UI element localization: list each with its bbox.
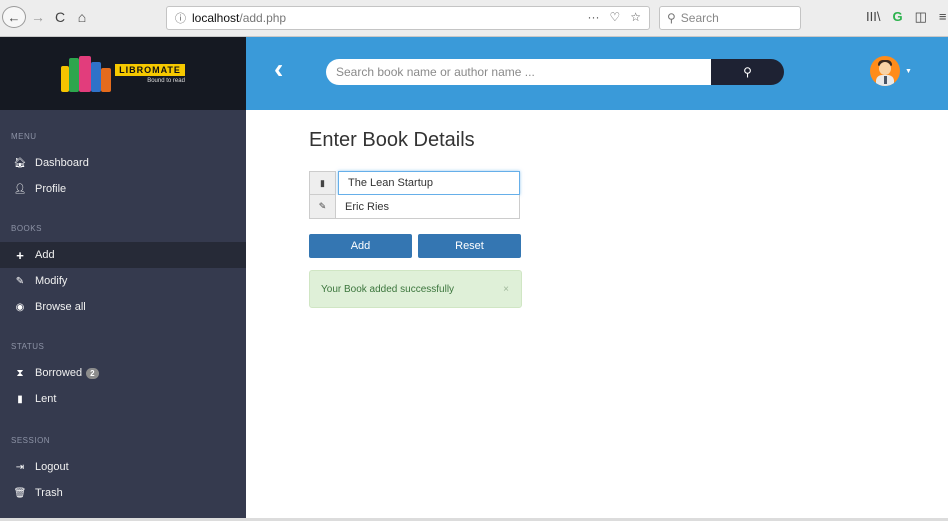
reload-icon: C (54, 9, 66, 25)
browser-forward-button[interactable]: → (28, 6, 48, 28)
sidebar-item-modify[interactable]: ✎ Modify (0, 268, 246, 294)
address-bar[interactable]: ⓘ localhost/add.php ··· ♡ ☆ (166, 6, 650, 30)
avatar[interactable] (870, 56, 900, 86)
sidebar-item-label: Profile (35, 183, 67, 195)
sidebar-item-label: Borrowed (35, 367, 83, 379)
sidebar-item-label: Browse all (35, 301, 86, 313)
section-books: BOOKS (11, 224, 42, 233)
alert-message: Your Book added successfully (321, 283, 455, 295)
library-icon[interactable]: III\ (866, 9, 880, 25)
page-actions-icon[interactable]: ··· (587, 10, 599, 24)
sidebar-item-browse-all[interactable]: ◉ Browse all (0, 294, 246, 320)
logo-tagline: Bound to read (147, 77, 185, 84)
section-session: SESSION (11, 436, 51, 445)
url-actions: ··· ♡ ☆ (587, 10, 641, 24)
search-icon: ⚲ (667, 11, 676, 25)
sidebar-collapse-chevron-icon[interactable]: ‹ (274, 55, 283, 83)
sidebar-item-logout[interactable]: ⇥ Logout (0, 454, 246, 480)
browser-home-button[interactable]: ⌂ (72, 6, 92, 28)
close-icon[interactable]: × (503, 284, 509, 295)
menu-icon[interactable]: ≡ (939, 9, 947, 25)
books-logo-icon (61, 55, 113, 92)
browser-search-box[interactable]: ⚲ Search (659, 6, 801, 30)
info-icon[interactable]: ⓘ (175, 10, 186, 26)
book-icon: ▮ (309, 171, 336, 195)
book-name-group: ▮ (309, 171, 520, 195)
sidebar-item-label: Lent (35, 393, 57, 405)
top-header: ‹ ⚲ ▼ (246, 37, 948, 110)
section-status: STATUS (11, 342, 45, 351)
reset-button[interactable]: Reset (418, 234, 521, 258)
pocket-icon[interactable]: ♡ (609, 10, 620, 24)
trash-icon: 🗑︎ (13, 487, 27, 499)
section-menu: MENU (11, 132, 37, 141)
sidebar-item-trash[interactable]: 🗑︎ Trash (0, 480, 246, 506)
logo-text: LIBROMATE Bound to read (115, 63, 185, 84)
book-search-input[interactable] (326, 59, 712, 85)
sidebar-item-label: Trash (35, 487, 63, 499)
sidebar-item-label: Dashboard (35, 157, 89, 169)
logo-area: LIBROMATE Bound to read (0, 37, 246, 110)
add-button[interactable]: Add (309, 234, 412, 258)
url-path: /add.php (239, 11, 287, 25)
pencil-icon: ✎ (309, 195, 336, 219)
sidebar-item-borrowed[interactable]: ⧗ Borrowed 2 (0, 360, 246, 386)
sidebar-item-add[interactable]: + Add (0, 242, 246, 268)
home-icon: ⌂ (77, 9, 87, 25)
edit-icon: ✎ (15, 275, 25, 287)
user-icon: 👤︎ (13, 183, 27, 195)
sidebar-item-label: Modify (35, 275, 68, 287)
borrowed-count-badge: 2 (86, 367, 99, 379)
browser-toolbar-icons: III\ G ◫ ≡ (866, 9, 946, 25)
caret-down-icon[interactable]: ▼ (905, 68, 912, 75)
sidebar-item-profile[interactable]: 👤︎ Profile (0, 176, 246, 202)
browser-toolbar: ← → C ⌂ ⓘ localhost/add.php ··· ♡ ☆ ⚲ Se… (0, 0, 948, 37)
browser-search-placeholder: Search (680, 11, 719, 25)
sidebar-item-lent[interactable]: ▮ Lent (0, 386, 246, 412)
sidebar-item-label: Logout (35, 461, 69, 473)
browser-back-button[interactable]: ← (2, 6, 26, 28)
browser-reload-button[interactable]: C (50, 6, 70, 28)
grammarly-icon[interactable]: G (892, 9, 902, 25)
book-name-input[interactable] (338, 171, 520, 195)
page-title: Enter Book Details (309, 129, 475, 151)
back-arrow-icon: ← (7, 9, 21, 25)
eye-icon: ◉ (15, 301, 25, 313)
search-icon: ⚲ (743, 65, 752, 79)
logout-icon: ⇥ (15, 461, 25, 473)
author-group: ✎ (309, 195, 520, 219)
hourglass-icon: ⧗ (16, 367, 24, 379)
search-button[interactable]: ⚲ (711, 59, 784, 85)
home-icon: 🏠︎ (13, 157, 27, 169)
bookmark-star-icon[interactable]: ☆ (630, 10, 641, 24)
main-content: Enter Book Details ▮ ✎ Add Reset Your Bo… (246, 110, 948, 518)
book-icon: ▮ (17, 393, 23, 405)
url-host: localhost (192, 11, 240, 25)
sidebar: LIBROMATE Bound to read MENU 🏠︎ Dashboar… (0, 37, 246, 521)
success-alert: Your Book added successfully × (309, 270, 522, 308)
sidebar-item-dashboard[interactable]: 🏠︎ Dashboard (0, 150, 246, 176)
plus-icon: + (16, 247, 24, 263)
sidebar-item-label: Add (35, 249, 55, 261)
author-input[interactable] (336, 195, 520, 219)
logo[interactable]: LIBROMATE Bound to read (61, 55, 185, 92)
forward-arrow-icon: → (31, 9, 45, 25)
logo-name: LIBROMATE (115, 63, 185, 76)
sidebar-toggle-icon[interactable]: ◫ (915, 9, 927, 25)
